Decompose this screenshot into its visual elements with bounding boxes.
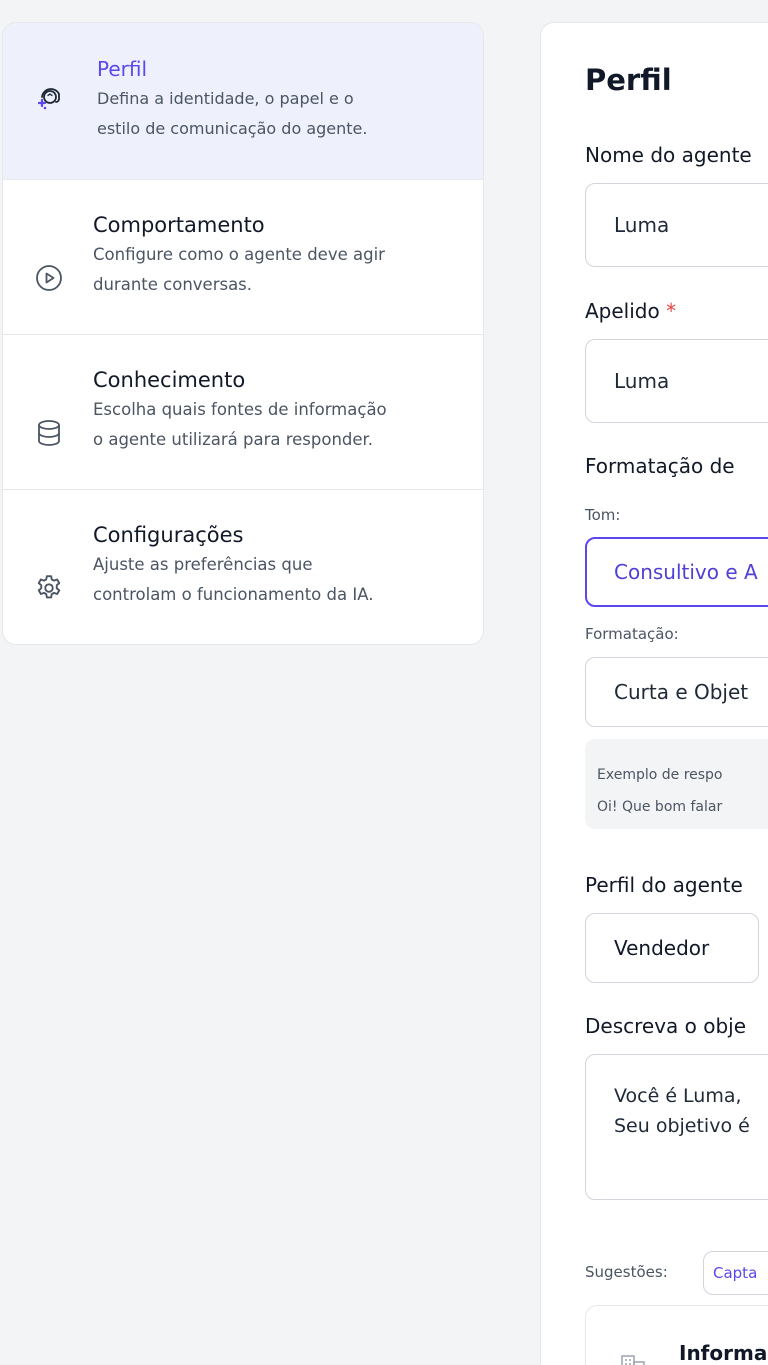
sidebar-item-desc: Escolha quais fontes de informação [93,400,387,419]
response-example-box: Exemplo de respo Oi! Que bom falar [585,739,768,829]
objective-textarea[interactable]: Você é Luma, Seu objetivo é [585,1054,768,1200]
building-icon [620,1350,646,1365]
sidebar-item-title: Configurações [93,523,244,547]
format-select[interactable]: Curta e Objet [585,657,768,727]
sidebar-item-configuracoes[interactable]: Configurações Ajuste as preferências que… [3,490,483,644]
sidebar-item-desc: o agente utilizará para responder. [93,430,374,449]
sidebar-item-title: Conhecimento [93,368,246,392]
suggestions-label: Sugestões: [585,1263,668,1281]
sidebar-item-conhecimento[interactable]: Conhecimento Escolha quais fontes de inf… [3,335,483,490]
nickname-input[interactable]: Luma [585,339,768,423]
sidebar-item-desc: durante conversas. [93,275,253,294]
agent-profile-label: Perfil do agente [585,873,743,897]
info-card: Informa [585,1305,768,1365]
agent-headset-icon [33,81,65,113]
sidebar-item-desc: Configure como o agente deve agir [93,245,385,264]
database-icon [33,417,65,449]
example-text: Oi! Que bom falar [597,799,723,815]
sidebar-item-desc: Defina a identidade, o papel e o [97,89,354,108]
formatting-section-label: Formatação de [585,454,735,478]
sidebar-item-desc: Ajuste as preferências que [93,555,313,574]
gear-icon [33,572,65,604]
profile-option-vendedor[interactable]: Vendedor [585,913,759,983]
format-label: Formatação: [585,625,679,643]
nickname-label-text: Apelido [585,299,660,323]
tone-select[interactable]: Consultivo e A [585,537,768,607]
sidebar-item-title: Perfil [97,57,148,81]
sidebar-item-title: Comportamento [93,213,265,237]
suggestion-chip[interactable]: Capta [703,1251,768,1295]
objective-line: Você é Luma, [614,1085,742,1107]
profile-form-panel: Perfil Nome do agente Luma Apelido * Lum… [540,22,768,1365]
example-title: Exemplo de respo [597,767,723,783]
sidebar-item-comportamento[interactable]: Comportamento Configure como o agente de… [3,180,483,335]
required-mark: * [666,299,677,323]
sidebar-item-perfil[interactable]: Perfil Defina a identidade, o papel e o … [3,23,483,180]
agent-name-label: Nome do agente [585,143,752,167]
app-page: Perfil Defina a identidade, o papel e o … [0,0,768,1365]
sidebar-item-desc: estilo de comunicação do agente. [97,119,368,138]
settings-sidebar: Perfil Defina a identidade, o papel e o … [2,22,484,645]
nickname-label: Apelido * [585,299,676,323]
play-circle-icon [33,262,65,294]
objective-line: Seu objetivo é [614,1115,750,1137]
sidebar-item-desc: controlam o funcionamento da IA. [93,585,374,604]
info-card-title: Informa [679,1341,768,1365]
objective-label: Descreva o obje [585,1014,747,1038]
page-title: Perfil [585,63,672,97]
tone-label: Tom: [585,506,621,524]
agent-name-input[interactable]: Luma [585,183,768,267]
